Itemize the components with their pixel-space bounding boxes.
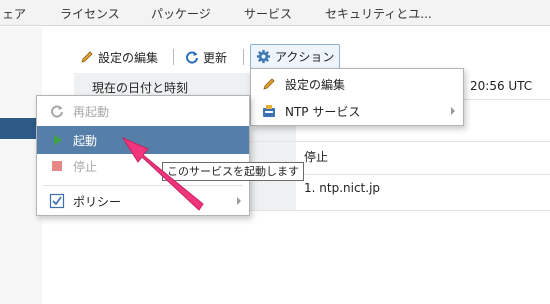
tooltip: このサービスを起動します xyxy=(162,162,304,181)
menu-item-label: 停止 xyxy=(73,159,98,174)
menu-item-label: NTP サービス xyxy=(285,104,361,119)
policy-icon xyxy=(49,193,65,209)
tab-hardware[interactable]: ェア xyxy=(2,5,26,22)
tab-services[interactable]: サービス xyxy=(244,5,292,22)
menu-item-start[interactable]: 起動 xyxy=(37,126,249,154)
property-value: 1. ntp.nict.jp xyxy=(304,181,381,195)
menu-item-label: 設定の編集 xyxy=(285,77,346,92)
restart-icon xyxy=(49,103,65,119)
toolbar-divider xyxy=(173,49,174,65)
actions-menu: 設定の編集 NTP サービス xyxy=(250,68,464,126)
menu-item-label: ポリシー xyxy=(73,194,122,209)
edit-settings-button[interactable]: 設定の編集 xyxy=(80,46,158,68)
gear-icon xyxy=(256,49,271,64)
menu-item-policy[interactable]: ポリシー xyxy=(37,187,249,215)
tab-security-users[interactable]: セキュリティとユ... xyxy=(325,5,432,22)
play-icon xyxy=(49,132,65,148)
menu-item-ntp-service[interactable]: NTP サービス xyxy=(251,97,463,125)
stop-icon xyxy=(49,158,65,174)
actions-button[interactable]: アクション xyxy=(250,44,340,69)
submenu-arrow-icon xyxy=(451,107,455,115)
menu-item-restart[interactable]: 再起動 xyxy=(37,97,249,125)
edit-settings-label: 設定の編集 xyxy=(98,50,159,65)
top-nav: ェア ライセンス パッケージ サービス セキュリティとユ... xyxy=(0,0,550,26)
toolbar-divider xyxy=(243,49,244,65)
refresh-button[interactable]: 更新 xyxy=(185,46,227,68)
submenu-arrow-icon xyxy=(237,197,241,205)
menu-divider xyxy=(43,185,243,186)
pencil-icon xyxy=(81,51,93,63)
menu-item-edit-settings[interactable]: 設定の編集 xyxy=(251,70,463,98)
actions-label: アクション xyxy=(275,50,335,64)
sidebar-item-selected[interactable] xyxy=(0,118,38,139)
pencil-icon xyxy=(261,76,277,92)
service-menu: 再起動 起動 停止 ポリシー xyxy=(36,95,250,216)
property-value: 停止 xyxy=(304,150,329,164)
service-icon xyxy=(261,103,277,119)
tab-license[interactable]: ライセンス xyxy=(60,5,120,22)
refresh-icon xyxy=(186,51,198,64)
tab-packages[interactable]: パッケージ xyxy=(151,5,211,22)
property-value: 20:56 UTC xyxy=(470,79,533,93)
refresh-label: 更新 xyxy=(203,50,228,65)
menu-item-label: 再起動 xyxy=(73,104,110,119)
menu-item-label: 起動 xyxy=(73,133,98,148)
